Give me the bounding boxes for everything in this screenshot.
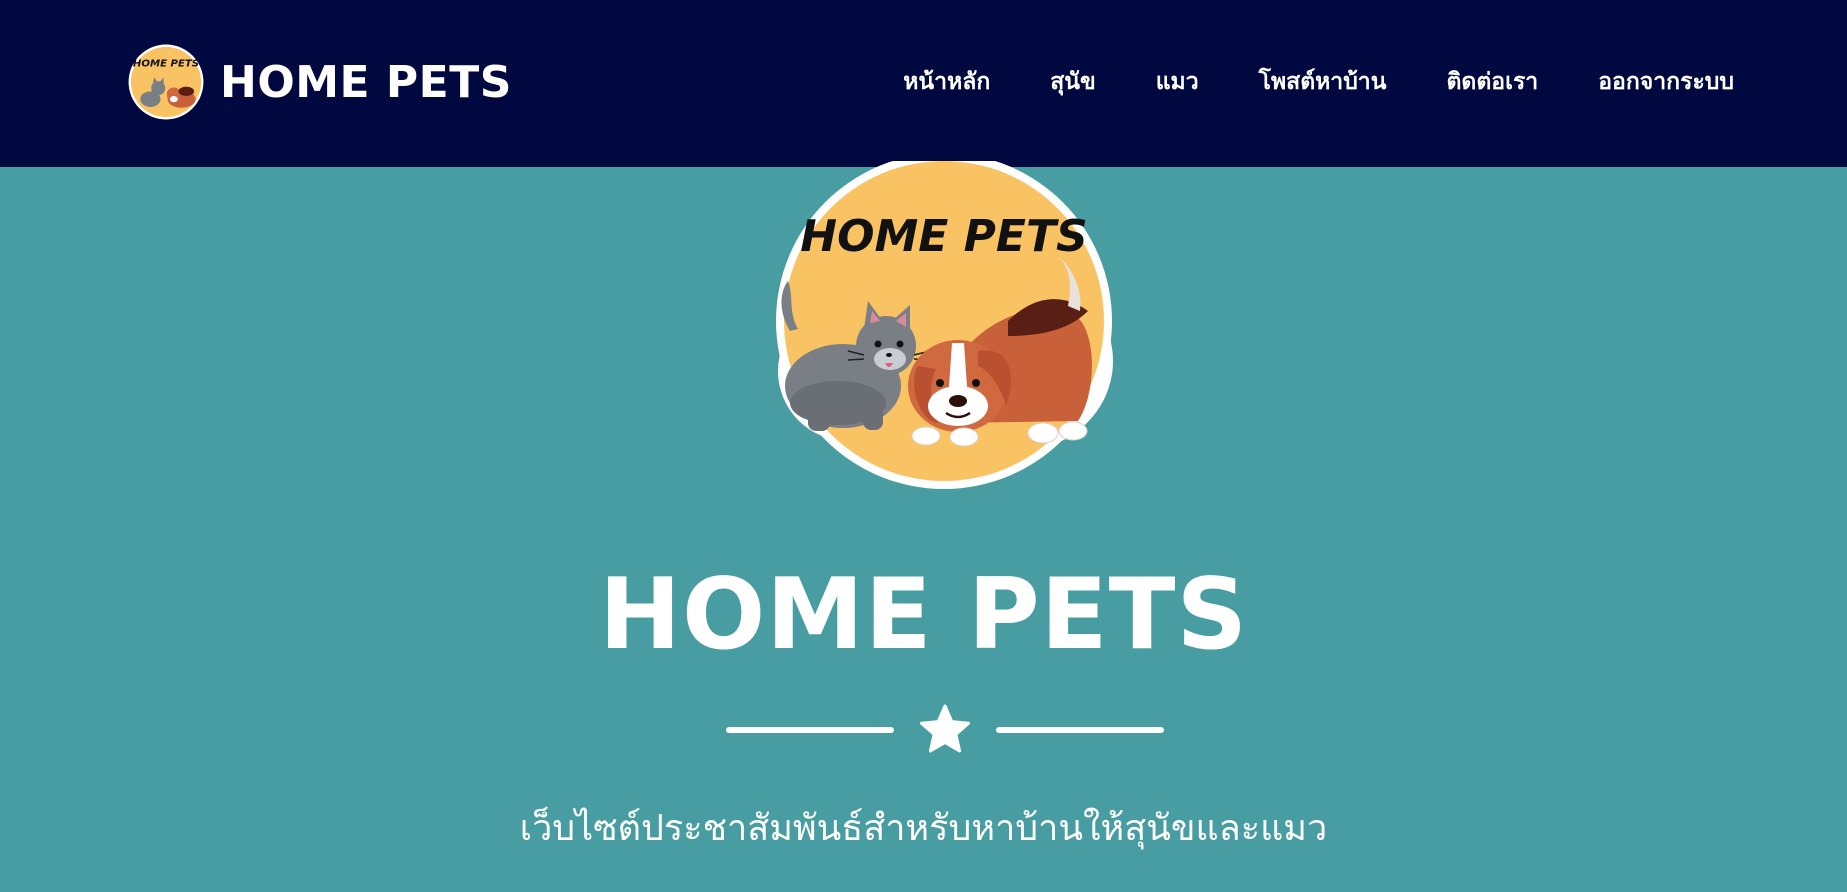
nav-link-cats[interactable]: แมว <box>1156 62 1199 102</box>
hero-divider <box>726 703 1164 759</box>
divider-line-right <box>996 727 1164 733</box>
nav-item-home: หน้าหลัก <box>903 62 990 102</box>
nav-item-dogs: สุนัข <box>1050 62 1095 102</box>
hero-subtitle: เว็บไซต์ประชาสัมพันธ์สำหรับหาบ้านให้สุนั… <box>519 808 1328 849</box>
navbar: HOME PETS HOME PETS หน้าหลัก สุนัข แมว โ… <box>0 0 1847 167</box>
hero-logo-text: HOME PETS <box>800 211 1087 262</box>
main-nav: หน้าหลัก สุนัข แมว โพสต์หาบ้าน ติดต่อเรา… <box>843 62 1734 102</box>
nav-item-post-rehome: โพสต์หาบ้าน <box>1259 62 1387 102</box>
nav-link-logout[interactable]: ออกจากระบบ <box>1598 62 1734 102</box>
brand-link[interactable]: HOME PETS HOME PETS <box>127 43 512 121</box>
hero-section: HOME PETS HOME PETS เว็บไซต์ประชาสัมพันธ… <box>0 161 1847 892</box>
svg-text:HOME PETS: HOME PETS <box>133 58 199 69</box>
nav-link-contact[interactable]: ติดต่อเรา <box>1446 62 1538 102</box>
nav-link-post-rehome[interactable]: โพสต์หาบ้าน <box>1259 62 1387 102</box>
brand-logo-image: HOME PETS <box>128 44 204 120</box>
nav-link-dogs[interactable]: สุนัข <box>1050 62 1095 102</box>
brand-name: HOME PETS <box>220 56 512 108</box>
nav-item-contact: ติดต่อเรา <box>1446 62 1538 102</box>
nav-item-logout: ออกจากระบบ <box>1598 62 1734 102</box>
hero-logo-image: HOME PETS <box>776 161 1113 489</box>
nav-link-home[interactable]: หน้าหลัก <box>903 62 990 102</box>
star-icon <box>919 704 971 753</box>
divider-line-left <box>726 727 894 733</box>
nav-item-cats: แมว <box>1156 62 1199 102</box>
hero-title: HOME PETS <box>598 558 1249 672</box>
